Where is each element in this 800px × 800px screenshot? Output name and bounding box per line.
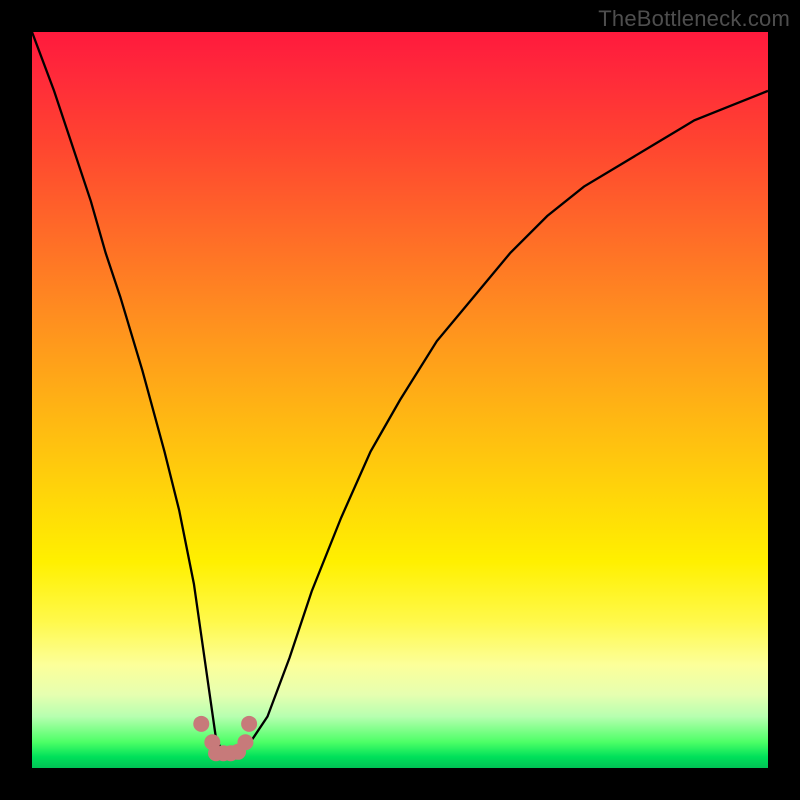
curve-svg [32,32,768,768]
trough-dot [237,734,253,750]
chart-frame: TheBottleneck.com [0,0,800,800]
watermark-text: TheBottleneck.com [598,6,790,32]
trough-dot [215,745,231,761]
trough-dot [204,734,220,750]
trough-dot [241,716,257,732]
bottleneck-curve [32,32,768,753]
trough-dot [230,744,246,760]
plot-area [32,32,768,768]
trough-dot [223,745,239,761]
trough-dots [193,716,257,761]
trough-dot [193,716,209,732]
trough-dot [208,745,224,761]
